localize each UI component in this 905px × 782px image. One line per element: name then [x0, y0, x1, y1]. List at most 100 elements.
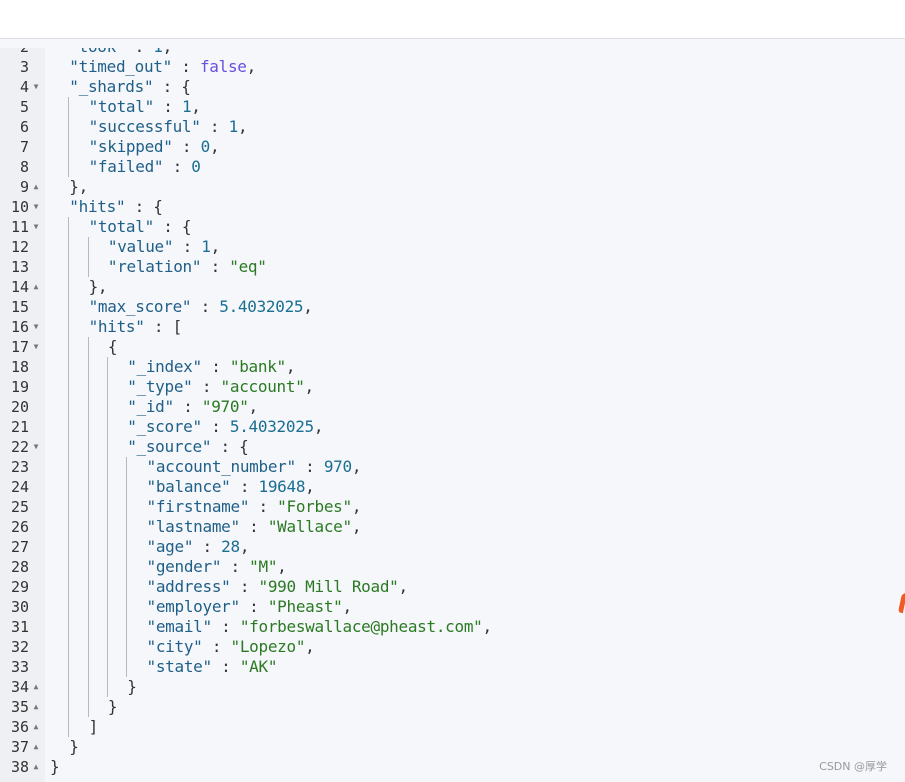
fold-arrow-up-icon[interactable]: ▲ [31, 177, 41, 197]
json-number: 28 [221, 537, 240, 556]
json-punctuation: } [69, 737, 79, 756]
code-text: "gender" : "M", [147, 557, 287, 577]
code-line: 4 ▼ "_shards" : { [0, 77, 905, 97]
code-text: ] [89, 717, 99, 737]
code-text: "took" : 1, [69, 48, 172, 57]
json-punctuation: } [107, 697, 118, 716]
code-line: 21 "_score" : 5.4032025, [0, 417, 905, 437]
json-number: 1 [153, 48, 163, 56]
json-punctuation: , [305, 637, 315, 656]
json-key: "employer" [146, 597, 241, 616]
indent-guide [87, 617, 89, 637]
json-string: "970" [201, 397, 249, 416]
line-number: 22 [10, 438, 29, 456]
indent-guide [106, 577, 108, 597]
indent-guide [126, 537, 128, 557]
fold-arrow-down-icon[interactable]: ▼ [31, 77, 41, 97]
indent-guide [68, 617, 70, 637]
json-response-editor[interactable]: 2"took" : 1,3"timed_out" : false,4▼"_sha… [0, 48, 905, 782]
json-punctuation: : [153, 97, 182, 116]
json-key: "balance" [146, 477, 231, 496]
code-line: 11 ▼ "total" : { [0, 217, 905, 237]
indent-guide [68, 257, 70, 277]
fold-arrow-up-icon[interactable]: ▲ [31, 277, 41, 297]
json-number: 0 [191, 157, 201, 176]
json-punctuation: : [201, 357, 230, 376]
json-punctuation: , [163, 48, 173, 56]
code-text: "age" : 28, [147, 537, 250, 557]
line-number: 5 [19, 98, 29, 116]
indent-guide [87, 657, 89, 677]
indent-guide [87, 417, 89, 437]
indent-guide [68, 477, 70, 497]
indent-guide [87, 337, 89, 357]
code-text: "account_number" : 970, [147, 457, 362, 477]
json-number: 970 [323, 457, 352, 476]
indent-guide [126, 517, 128, 537]
indent-guide [87, 597, 89, 617]
indent-guide [87, 577, 89, 597]
indent-guide [68, 537, 70, 557]
code-text: }, [89, 277, 108, 297]
indent-guide [68, 657, 70, 677]
indent-guide [106, 677, 108, 697]
code-lines: 2"took" : 1,3"timed_out" : false,4▼"_sha… [0, 48, 905, 777]
json-punctuation: , [277, 557, 287, 576]
json-punctuation: : { [211, 437, 249, 456]
fold-arrow-down-icon[interactable]: ▼ [31, 337, 41, 357]
fold-arrow-up-icon[interactable]: ▲ [31, 677, 41, 697]
fold-arrow-down-icon[interactable]: ▼ [31, 217, 41, 237]
fold-arrow-up-icon[interactable]: ▲ [31, 757, 41, 777]
indent-guide [106, 637, 108, 657]
json-punctuation: : [221, 557, 250, 576]
json-key: "failed" [88, 157, 164, 176]
code-line: 5 "total" : 1, [0, 97, 905, 117]
indent-guide [68, 137, 70, 157]
indent-guide [68, 557, 70, 577]
code-line: 26 "lastname" : "Wallace", [0, 517, 905, 537]
indent-guide [106, 657, 108, 677]
code-text: "employer" : "Pheast", [146, 597, 353, 617]
line-number: 37 [10, 738, 29, 756]
indent-guide [87, 437, 89, 457]
indent-guide [126, 497, 128, 517]
json-punctuation: : { [125, 197, 163, 216]
line-number: 18 [10, 358, 29, 376]
code-text: "state" : "AK" [147, 657, 278, 677]
json-key: "account_number" [146, 457, 297, 476]
indent-guide [68, 437, 70, 457]
fold-arrow-down-icon[interactable]: ▼ [31, 197, 41, 217]
indent-guide [87, 237, 89, 257]
fold-arrow-up-icon[interactable]: ▲ [31, 717, 41, 737]
indent-guide [68, 597, 70, 617]
json-punctuation: }, [69, 177, 88, 196]
line-number: 12 [10, 238, 29, 256]
indent-guide [68, 677, 70, 697]
code-line: 15 "max_score" : 5.4032025, [0, 297, 905, 317]
code-line: 3 "timed_out" : false, [0, 57, 905, 77]
code-line: 35 ▲} [0, 697, 905, 717]
json-punctuation: : [201, 417, 230, 436]
indent-guide [106, 537, 108, 557]
code-text: } [127, 677, 137, 697]
code-text: "_shards" : { [69, 77, 191, 97]
json-key: "skipped" [88, 137, 173, 156]
indent-guide [68, 417, 70, 437]
json-punctuation: : [230, 477, 259, 496]
code-text: "failed" : 0 [89, 157, 201, 177]
indent-guide [87, 397, 89, 417]
indent-guide [68, 277, 70, 297]
json-punctuation: : [125, 48, 153, 56]
code-text: "city" : "Lopezo", [147, 637, 315, 657]
indent-guide [87, 457, 89, 477]
indent-guide [87, 637, 89, 657]
json-punctuation: : [191, 297, 220, 316]
fold-arrow-down-icon[interactable]: ▼ [31, 437, 41, 457]
fold-arrow-up-icon[interactable]: ▲ [31, 697, 41, 717]
json-key: "relation" [107, 257, 202, 276]
fold-arrow-up-icon[interactable]: ▲ [31, 737, 41, 757]
json-key: "firstname" [146, 497, 250, 516]
code-line: 34 ▲} [0, 677, 905, 697]
fold-arrow-down-icon[interactable]: ▼ [31, 317, 41, 337]
code-line: 14 ▲}, [0, 277, 905, 297]
